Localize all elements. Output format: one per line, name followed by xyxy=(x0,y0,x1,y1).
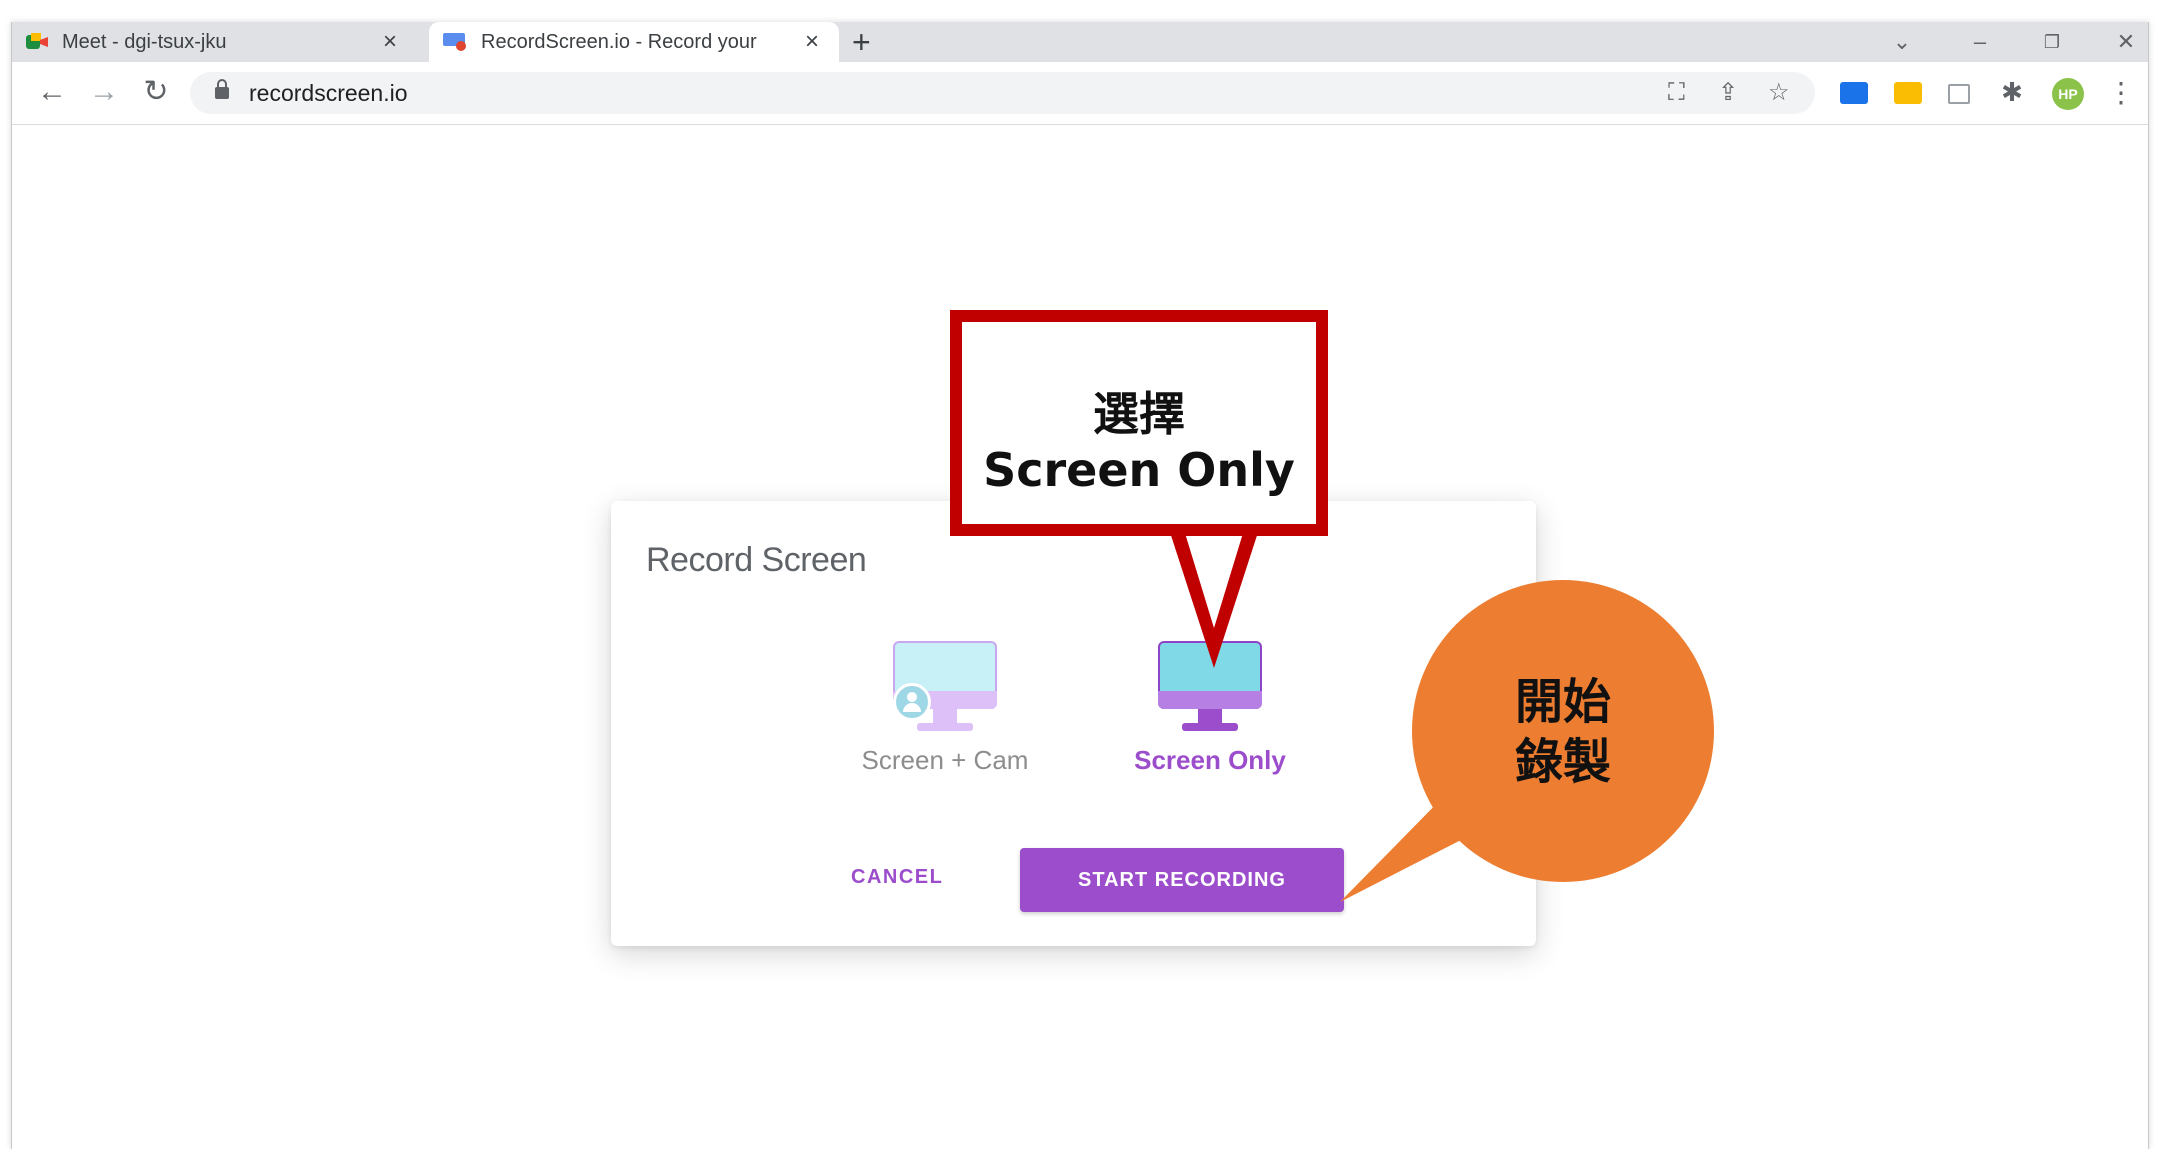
callout-box: 選擇 Screen Only xyxy=(950,310,1328,536)
callout-line1: 選擇 xyxy=(1093,387,1185,441)
bubble-line1: 開始 xyxy=(1514,674,1611,730)
callout-line2: Screen Only xyxy=(983,443,1295,497)
bubble-line2: 錄製 xyxy=(1514,734,1611,790)
callout-pointer xyxy=(1166,520,1500,902)
bubble-text: 開始 錄製 xyxy=(1412,672,1714,792)
